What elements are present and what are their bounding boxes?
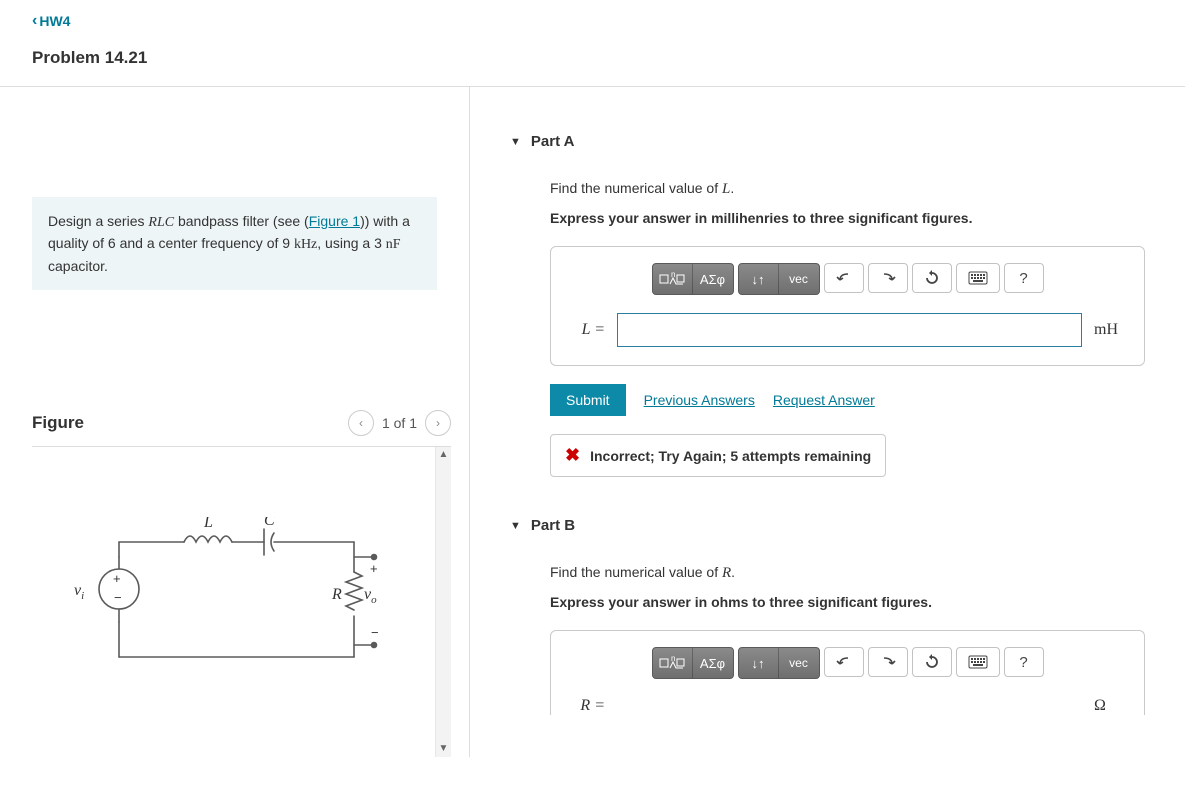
part-a-input[interactable]: [617, 313, 1082, 347]
part-b-instruction: Express your answer in ohms to three sig…: [550, 594, 1145, 610]
svg-text:+: +: [113, 571, 121, 586]
figure-prev-button[interactable]: ‹: [348, 410, 374, 436]
svg-text:−: −: [114, 590, 122, 605]
back-link-label: HW4: [39, 13, 70, 29]
help-button[interactable]: ?: [1004, 647, 1044, 677]
part-b-label: Part B: [531, 517, 575, 534]
reset-button[interactable]: [912, 647, 952, 677]
previous-answers-link[interactable]: Previous Answers: [644, 392, 755, 408]
equation-toolbar: n ΑΣφ ↓↑ vec: [565, 263, 1130, 295]
back-link[interactable]: ‹ HW4: [0, 0, 70, 30]
redo-button[interactable]: [868, 647, 908, 677]
help-button[interactable]: ?: [1004, 263, 1044, 293]
figure-pager-text: 1 of 1: [382, 415, 417, 431]
templates-button[interactable]: n: [653, 648, 693, 678]
svg-text:+: +: [370, 561, 378, 576]
undo-button[interactable]: [824, 647, 864, 677]
part-b-header[interactable]: ▼ Part B: [470, 477, 1185, 544]
part-a-find: Find the numerical value of L.: [550, 180, 1145, 198]
chevron-left-icon: ‹: [32, 12, 37, 30]
figure-label: Figure: [32, 413, 84, 433]
scroll-up-icon[interactable]: ▲: [436, 447, 451, 463]
part-a-unit: mH: [1094, 321, 1130, 339]
caret-down-icon: ▼: [510, 136, 521, 148]
part-b-lhs: R =: [565, 697, 605, 715]
caret-down-icon: ▼: [510, 520, 521, 532]
redo-button[interactable]: [868, 263, 908, 293]
scroll-down-icon[interactable]: ▼: [436, 741, 451, 757]
subscript-button[interactable]: ↓↑: [739, 648, 779, 678]
part-b-unit: Ω: [1094, 697, 1130, 715]
figure-image: L C R vi vo + − + −: [32, 447, 435, 757]
keyboard-button[interactable]: [956, 263, 1000, 293]
reset-button[interactable]: [912, 263, 952, 293]
request-answer-link[interactable]: Request Answer: [773, 392, 875, 408]
figure-1-link[interactable]: Figure 1: [309, 213, 360, 229]
submit-button[interactable]: Submit: [550, 384, 626, 416]
vector-button[interactable]: vec: [779, 648, 819, 678]
part-b-find: Find the numerical value of R.: [550, 564, 1145, 582]
subscript-button[interactable]: ↓↑: [739, 264, 779, 294]
equation-toolbar: n ΑΣφ ↓↑ vec: [565, 647, 1130, 679]
incorrect-icon: ✖: [565, 445, 580, 466]
part-a-label: Part A: [531, 133, 575, 150]
undo-button[interactable]: [824, 263, 864, 293]
figure-scrollbar[interactable]: ▲ ▼: [435, 447, 451, 757]
svg-text:vi: vi: [74, 582, 84, 602]
part-a-header[interactable]: ▼ Part A: [470, 87, 1185, 160]
part-a-answer-panel: n ΑΣφ ↓↑ vec: [550, 246, 1145, 366]
feedback-text: Incorrect; Try Again; 5 attempts remaini…: [590, 448, 871, 464]
svg-text:C: C: [264, 517, 275, 529]
svg-text:L: L: [203, 517, 213, 531]
part-a-instruction: Express your answer in millihenries to t…: [550, 210, 1145, 226]
problem-title: Problem 14.21: [0, 30, 1185, 86]
keyboard-button[interactable]: [956, 647, 1000, 677]
greek-button[interactable]: ΑΣφ: [693, 264, 733, 294]
figure-next-button[interactable]: ›: [425, 410, 451, 436]
templates-button[interactable]: n: [653, 264, 693, 294]
part-a-lhs: L =: [565, 321, 605, 339]
greek-button[interactable]: ΑΣφ: [693, 648, 733, 678]
svg-text:vo: vo: [364, 586, 377, 606]
vector-button[interactable]: vec: [779, 264, 819, 294]
svg-text:R: R: [331, 586, 342, 603]
problem-prompt: Design a series RLC bandpass filter (see…: [32, 197, 437, 290]
svg-text:−: −: [371, 625, 379, 640]
part-a-feedback: ✖ Incorrect; Try Again; 5 attempts remai…: [550, 434, 886, 477]
part-b-answer-panel: n ΑΣφ ↓↑ vec: [550, 630, 1145, 715]
